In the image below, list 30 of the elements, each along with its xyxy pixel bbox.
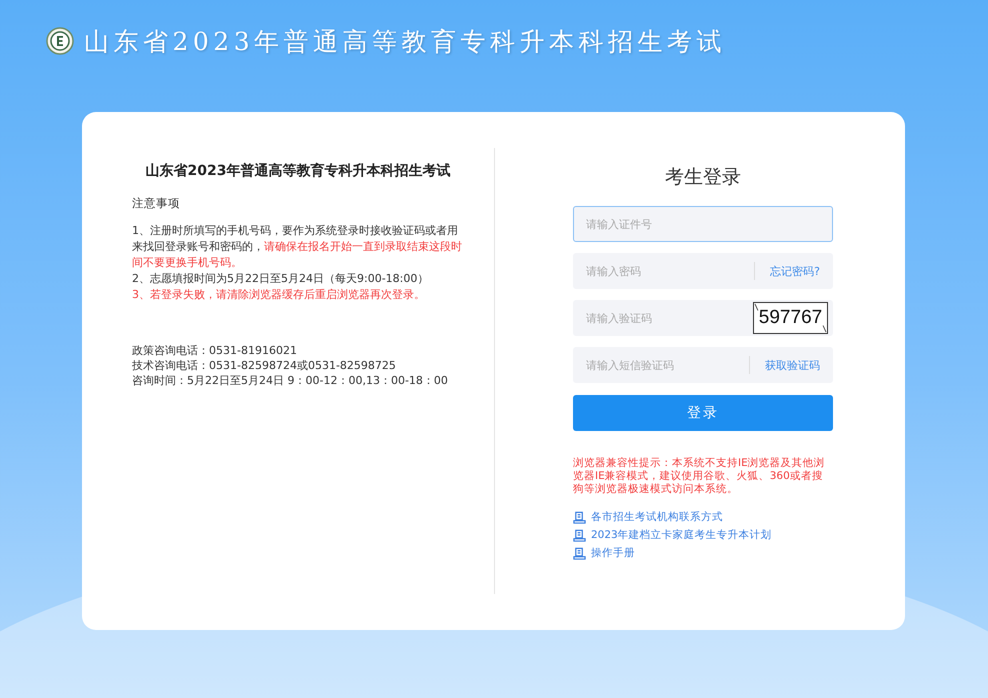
emblem-logo-icon: [46, 27, 74, 55]
field-link[interactable]: 忘记密码?: [755, 264, 832, 278]
text-input[interactable]: 请输入证件号: [574, 218, 832, 230]
login-title: 考生登录: [664, 165, 742, 190]
contact-info: 政策咨询电话：0531-81916021: [132, 343, 298, 358]
compatibility-notice: 浏览器兼容性提示：本系统不支持IE浏览器及其他浏览器IE兼容模式，建议使用谷歌、火狐、360或者搜狗等浏览器极速模式访问本系统。: [573, 457, 826, 496]
input-field[interactable]: 请输入验证码 597767: [573, 300, 833, 336]
notice-item: 1、注册时所填写的手机号码，要作为系统登录时接收验证码或者用来找回登录账号和密码的，请确保在报名开始一直到录取结束这段时间不要更换手机号码。: [132, 223, 463, 271]
login-button[interactable]: 登录: [573, 395, 833, 431]
resource-link[interactable]: 2023年建档立卡家庭考生专升本计划: [591, 528, 772, 543]
notice-title: 山东省2023年普通高等教育专科升本科招生考试: [144, 162, 452, 180]
text-input[interactable]: 请输入短信验证码: [574, 358, 749, 372]
site-title: 山东省2023年普通高等教育专科升本科招生考试: [84, 26, 726, 58]
resource-link[interactable]: 操作手册: [591, 546, 635, 561]
document-icon: [573, 511, 586, 524]
input-field[interactable]: 请输入证件号: [573, 206, 833, 242]
text-input[interactable]: 请输入密码: [574, 264, 754, 278]
notice-item: 2、志愿填报时间为5月22日至5月24日（每天9:00-18:00）: [132, 271, 430, 287]
contact-info: 技术咨询电话：0531-82598724或0531-82598725: [132, 358, 397, 373]
field-link[interactable]: 获取验证码: [750, 358, 832, 372]
input-field[interactable]: 请输入密码 忘记密码?: [573, 253, 833, 289]
document-icon: [573, 529, 586, 542]
resource-link[interactable]: 各市招生考试机构联系方式: [591, 510, 723, 525]
contact-info: 咨询时间：5月22日至5月24日 9：00-12：00,13：00-18：00: [132, 373, 449, 388]
captcha-image[interactable]: 597767: [753, 302, 828, 334]
document-icon: [573, 547, 586, 560]
notice-heading: 注意事项: [132, 196, 181, 211]
notice-item: 3、若登录失败，请清除浏览器缓存后重启浏览器再次登录。: [132, 287, 426, 303]
text-input[interactable]: 请输入验证码: [574, 312, 753, 324]
input-field[interactable]: 请输入短信验证码 获取验证码: [573, 347, 833, 383]
